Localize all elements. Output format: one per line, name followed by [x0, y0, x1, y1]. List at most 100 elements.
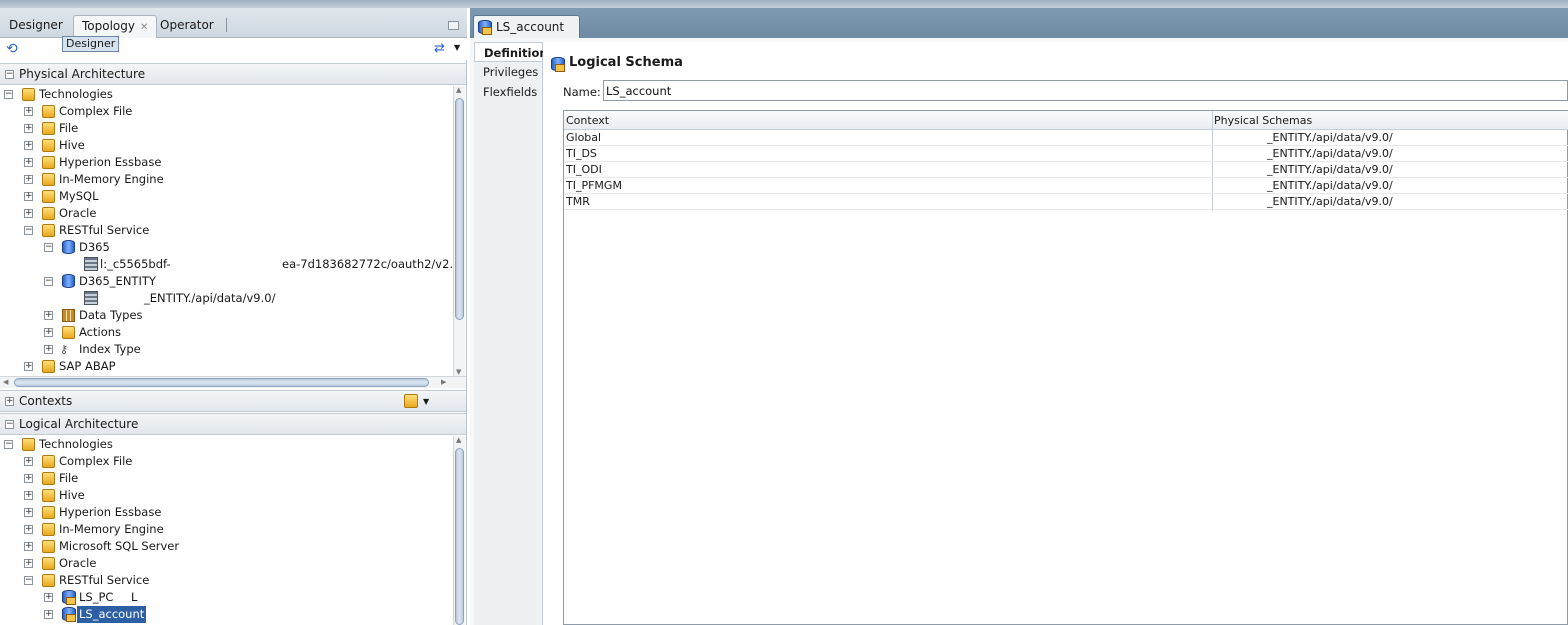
expand-icon[interactable]: +: [24, 158, 33, 167]
collapse-icon[interactable]: −: [4, 90, 13, 99]
chevron-down-icon[interactable]: ▼: [423, 391, 429, 412]
tab-topology[interactable]: Topology ✕: [73, 15, 158, 38]
expand-icon[interactable]: +: [24, 175, 33, 184]
minimize-icon[interactable]: [448, 21, 459, 30]
physical-architecture-header[interactable]: − Physical Architecture: [0, 63, 466, 85]
tab-designer[interactable]: Designer: [1, 15, 71, 38]
table-row[interactable]: TI_ODI _ENTITY./api/data/v9.0/: [564, 162, 1568, 178]
folder-icon: [42, 105, 55, 118]
tree-node-label: File: [59, 471, 79, 485]
collapse-icon[interactable]: −: [24, 576, 33, 585]
table-row[interactable]: TI_DS _ENTITY./api/data/v9.0/: [564, 146, 1568, 162]
folder-icon: [42, 455, 55, 468]
tree-node-label: RESTful Service: [59, 223, 150, 237]
table-row[interactable]: TI_PFMGM _ENTITY./api/data/v9.0/: [564, 178, 1568, 194]
expand-icon[interactable]: +: [24, 124, 33, 133]
expand-icon[interactable]: +: [44, 328, 53, 337]
tab-flexfields[interactable]: Flexfields: [474, 82, 542, 102]
physical-horizontal-scrollbar[interactable]: ◀ ▶: [0, 376, 466, 388]
name-field[interactable]: [603, 80, 1568, 101]
collapse-icon[interactable]: −: [44, 277, 53, 286]
scroll-up-icon[interactable]: ▲: [456, 86, 461, 94]
expand-icon[interactable]: +: [24, 525, 33, 534]
tab-topology-label: Topology: [82, 19, 135, 33]
logical-architecture-header[interactable]: − Logical Architecture: [0, 413, 466, 435]
expand-icon[interactable]: +: [24, 362, 33, 371]
expand-icon[interactable]: +: [44, 593, 53, 602]
physical-schema-icon: [84, 291, 98, 305]
expand-icon[interactable]: +: [24, 209, 33, 218]
logical-schema-icon: [62, 590, 76, 605]
expand-icon[interactable]: +: [24, 192, 33, 201]
editor-pane: LS_account ✕ Definition Privileges Flexf…: [470, 8, 1568, 625]
folder-icon: [22, 88, 35, 101]
close-icon[interactable]: ✕: [140, 22, 148, 33]
chevron-down-icon[interactable]: ▼: [454, 43, 460, 52]
table-row[interactable]: Global _ENTITY./api/data/v9.0/: [564, 130, 1568, 146]
tab-privileges[interactable]: Privileges: [474, 62, 542, 82]
table-row[interactable]: TMR _ENTITY./api/data/v9.0/: [564, 194, 1568, 210]
tree-node-label: In-Memory Engine: [59, 172, 164, 186]
scroll-up-icon[interactable]: ▲: [456, 436, 461, 444]
collapse-icon[interactable]: −: [5, 420, 14, 429]
table-cell-physical-schema[interactable]: _ENTITY./api/data/v9.0/: [1265, 178, 1393, 194]
scroll-right-icon[interactable]: ▶: [441, 378, 446, 386]
scroll-left-icon[interactable]: ◀: [3, 378, 8, 386]
topology-toolbar: ⟲ Designer ⇄ ▼: [0, 36, 467, 60]
logical-vertical-scrollbar[interactable]: ▲: [453, 436, 465, 625]
new-context-icon[interactable]: [404, 394, 418, 408]
collapse-icon[interactable]: −: [44, 243, 53, 252]
logical-tree: − Technologies + Complex File + File + H…: [0, 436, 453, 625]
tab-ls-account[interactable]: LS_account ✕: [473, 15, 580, 56]
expand-icon[interactable]: +: [24, 559, 33, 568]
physical-vertical-scrollbar[interactable]: ▲ ▼: [453, 86, 465, 376]
folder-icon: [42, 156, 55, 169]
tree-node-label: Oracle: [59, 206, 97, 220]
expand-icon[interactable]: +: [24, 457, 33, 466]
table-header: Context Physical Schemas: [564, 111, 1568, 130]
table-cell-physical-schema[interactable]: _ENTITY./api/data/v9.0/: [1265, 162, 1393, 178]
collapse-icon[interactable]: −: [5, 70, 14, 79]
expand-icon[interactable]: +: [44, 345, 53, 354]
expand-icon[interactable]: +: [24, 508, 33, 517]
scrollbar-thumb[interactable]: [455, 448, 464, 625]
scrollbar-thumb[interactable]: [14, 378, 429, 387]
scrollbar-thumb[interactable]: [455, 98, 464, 320]
scroll-down-icon[interactable]: ▼: [456, 368, 461, 376]
physical-tree: − Technologies + Complex File + File + H…: [0, 86, 453, 376]
folder-icon: [42, 224, 55, 237]
expand-icon[interactable]: +: [44, 610, 53, 619]
table-cell-physical-schema[interactable]: _ENTITY./api/data/v9.0/: [1265, 146, 1393, 162]
table-cell-context: TMR: [566, 195, 590, 208]
expand-icon[interactable]: +: [44, 311, 53, 320]
contexts-title: Contexts: [19, 394, 73, 408]
tab-operator[interactable]: Operator: [152, 15, 222, 38]
tree-node-label-tail: ea-7d183682772c/oauth2/v2.0: [282, 257, 453, 271]
collapse-icon[interactable]: −: [4, 440, 13, 449]
folder-icon: [42, 139, 55, 152]
table-cell-physical-schema[interactable]: _ENTITY./api/data/v9.0/: [1265, 194, 1393, 210]
collapse-icon[interactable]: −: [24, 226, 33, 235]
expand-icon[interactable]: +: [24, 107, 33, 116]
tree-node-label: Hyperion Essbase: [59, 505, 162, 519]
folder-icon: [42, 523, 55, 536]
refresh-icon[interactable]: ⟲: [6, 41, 22, 57]
table-cell-context: Global: [566, 131, 602, 144]
tree-node-label: Index Type: [79, 342, 141, 356]
expand-icon[interactable]: +: [24, 491, 33, 500]
folder-icon: [42, 574, 55, 587]
tree-node-label: Data Types: [79, 308, 143, 322]
expand-icon[interactable]: +: [24, 542, 33, 551]
tree-node-label: Hyperion Essbase: [59, 155, 162, 169]
column-header-physical-schemas[interactable]: Physical Schemas: [1212, 111, 1312, 130]
column-header-context[interactable]: Context: [564, 111, 609, 130]
contexts-header[interactable]: + Contexts ▼: [0, 390, 466, 412]
tab-definition[interactable]: Definition: [474, 42, 548, 62]
tooltip: Designer: [62, 36, 120, 52]
table-cell-physical-schema[interactable]: _ENTITY./api/data/v9.0/: [1265, 130, 1393, 146]
expand-icon[interactable]: +: [24, 141, 33, 150]
expand-icon[interactable]: +: [5, 397, 14, 406]
expand-icon[interactable]: +: [24, 474, 33, 483]
tree-node-label: MySQL: [59, 189, 99, 203]
connect-icon[interactable]: ⇄: [434, 41, 450, 57]
